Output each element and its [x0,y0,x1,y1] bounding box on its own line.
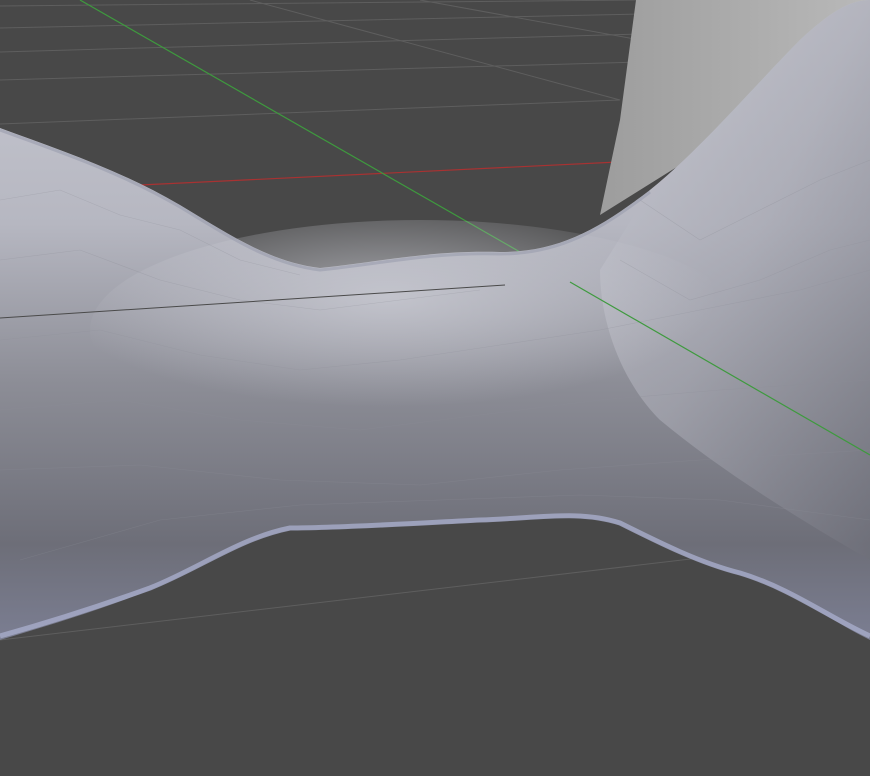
viewport-canvas[interactable] [0,0,870,776]
x-axis-line [119,159,661,187]
3d-viewport[interactable] [0,0,870,776]
mesh-highlight [90,220,750,440]
